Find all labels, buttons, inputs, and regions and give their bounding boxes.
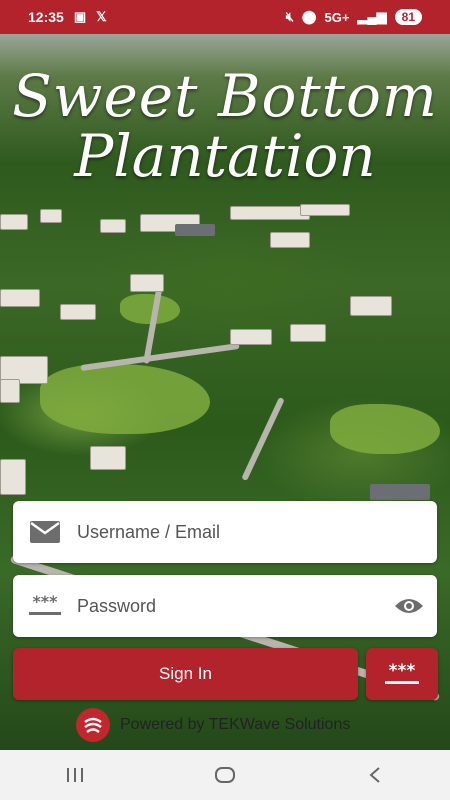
pin-login-button[interactable]: *** bbox=[366, 648, 438, 700]
username-field[interactable]: Username / Email bbox=[13, 501, 437, 563]
network-type: 5G+ bbox=[324, 9, 350, 25]
username-input[interactable]: Username / Email bbox=[77, 522, 437, 543]
battery-indicator: 81 bbox=[394, 9, 422, 25]
home-icon[interactable] bbox=[185, 755, 265, 795]
password-input[interactable]: Password bbox=[77, 596, 381, 617]
svg-text:***: *** bbox=[389, 661, 416, 681]
x-app-icon: 𝕏 bbox=[96, 9, 107, 24]
tekwave-logo bbox=[76, 708, 110, 742]
status-time: 12:35 bbox=[28, 9, 64, 25]
app-title: Sweet Bottom Plantation bbox=[0, 64, 450, 188]
back-icon[interactable] bbox=[335, 755, 415, 795]
location-icon: ⬤ bbox=[301, 9, 317, 24]
svg-text:***: *** bbox=[32, 595, 58, 611]
mute-icon: 🔇︎ bbox=[285, 9, 294, 24]
recents-icon[interactable] bbox=[35, 755, 115, 795]
app-title-line2: Plantation bbox=[74, 122, 376, 190]
pin-keypad-icon: *** bbox=[385, 661, 419, 684]
screenshot-icon: ▣ bbox=[73, 9, 87, 24]
eye-icon[interactable] bbox=[381, 596, 437, 616]
password-dots-icon: *** bbox=[13, 595, 77, 617]
system-navigation-bar bbox=[0, 750, 450, 800]
powered-by-text: Powered by TEKWave Solutions bbox=[120, 716, 351, 733]
app-title-line1: Sweet Bottom bbox=[12, 62, 438, 130]
button-row: Sign In *** bbox=[13, 648, 438, 700]
signal-icon: ▂▄▆ bbox=[357, 9, 387, 24]
mail-icon bbox=[13, 520, 77, 544]
password-field[interactable]: *** Password bbox=[13, 575, 437, 637]
sign-in-button[interactable]: Sign In bbox=[13, 648, 358, 700]
powered-by: Powered by TEKWave Solutions bbox=[76, 708, 351, 742]
status-bar: 12:35 ▣ 𝕏 🔇︎ ⬤ 5G+ ▂▄▆ 81 bbox=[0, 0, 450, 34]
